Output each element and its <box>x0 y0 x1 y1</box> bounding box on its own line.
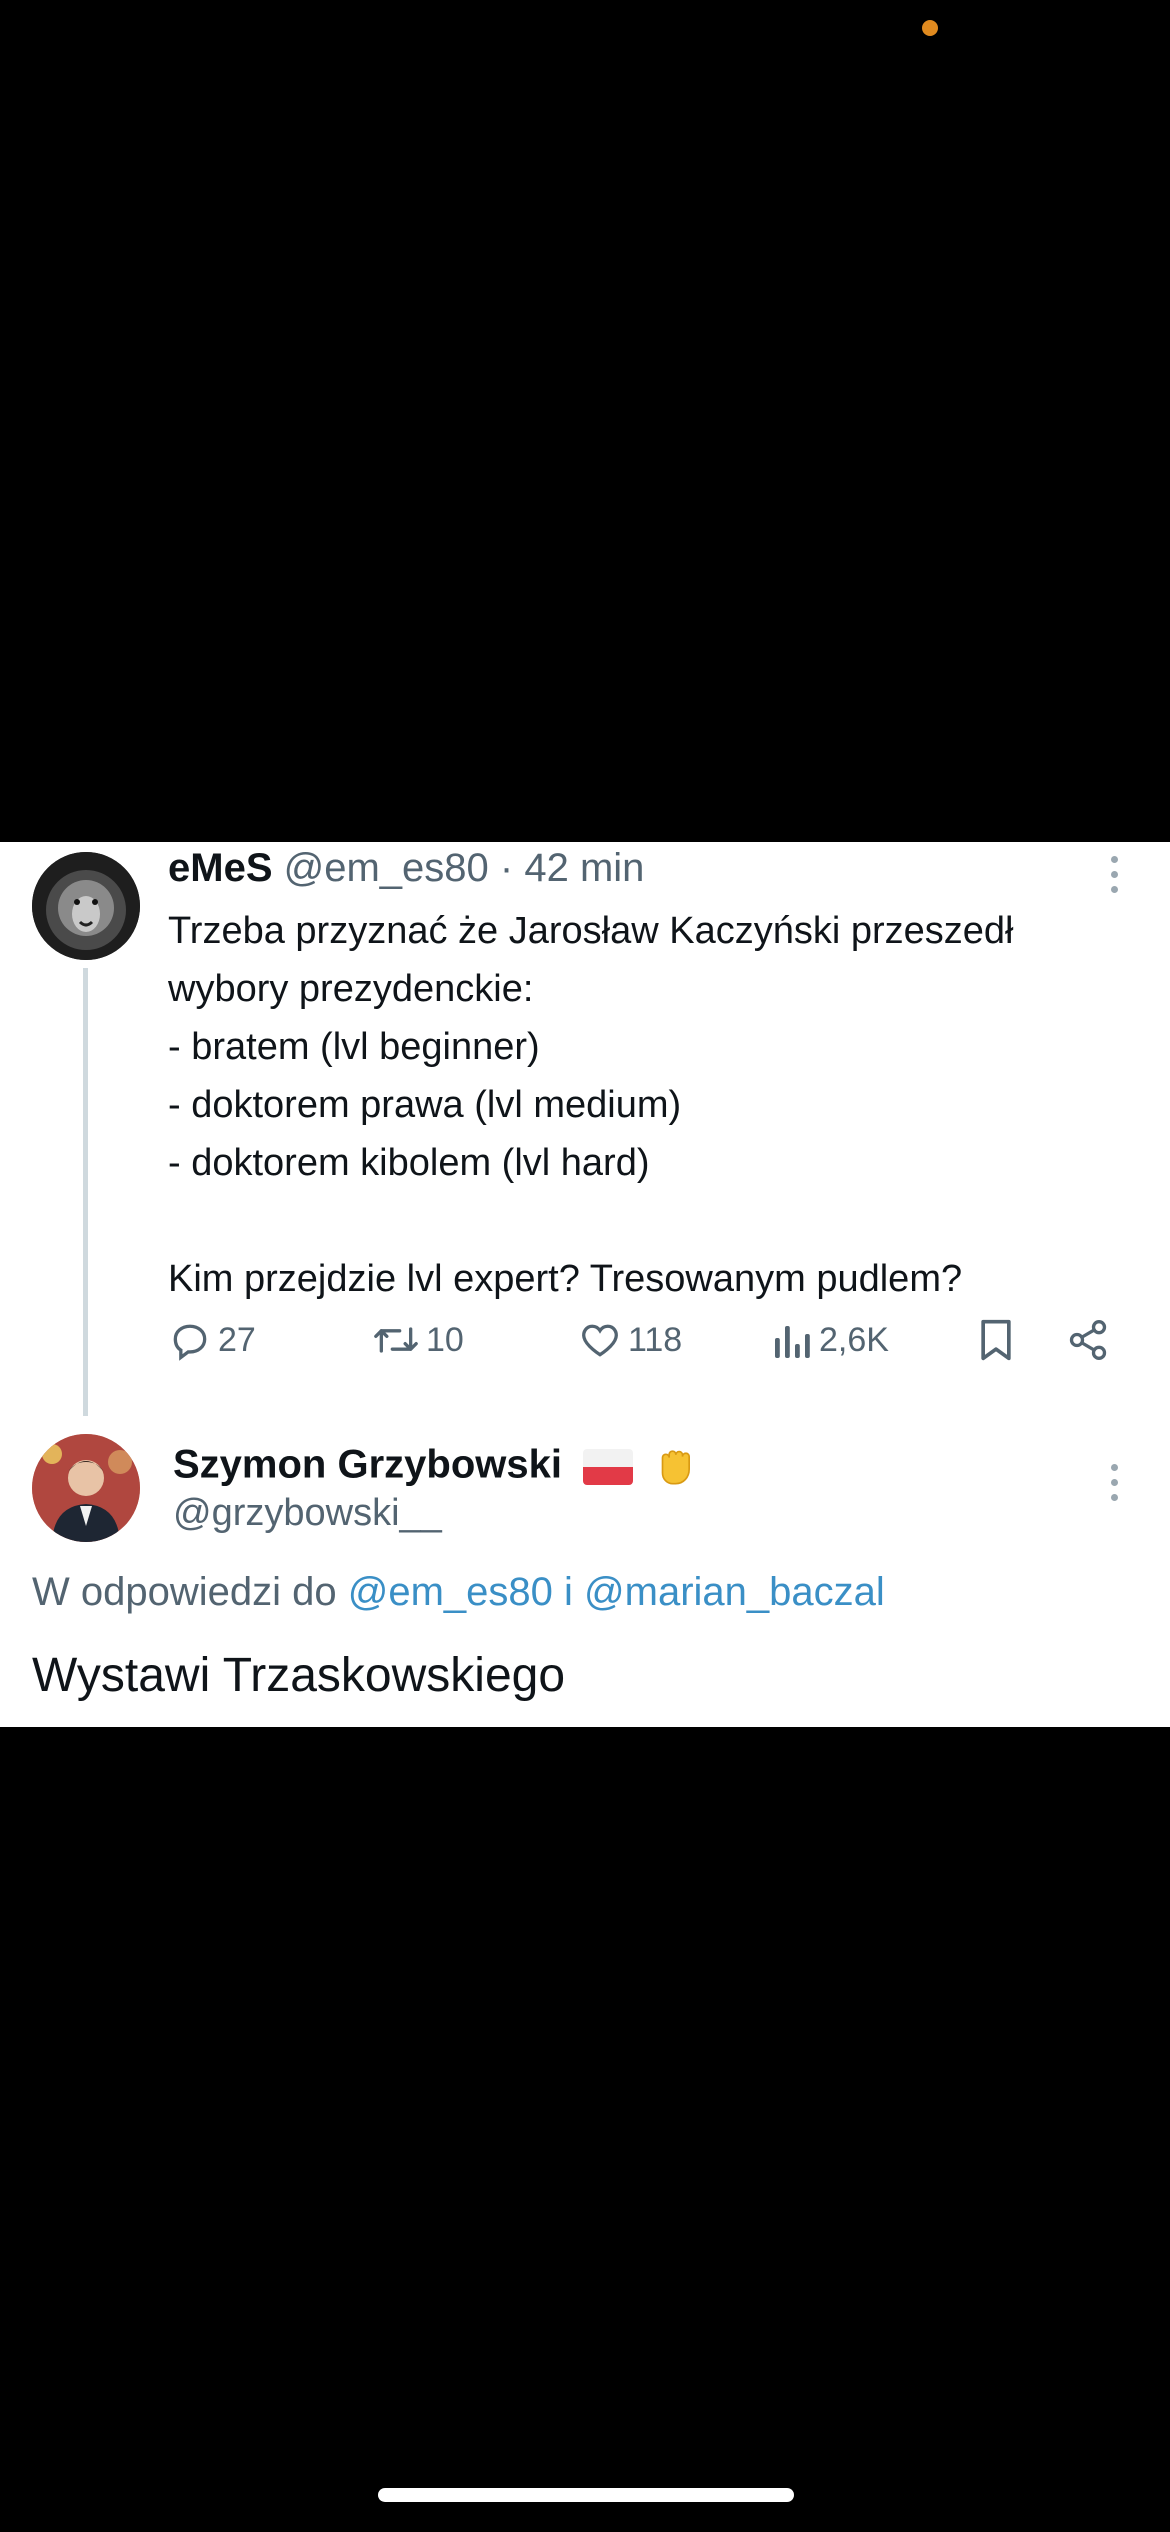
views-button[interactable]: 2,6K <box>773 1318 889 1362</box>
reply-text: Wystawi Trzaskowskiego <box>32 1649 566 1702</box>
retweet-icon <box>374 1327 418 1353</box>
retweet-count: 10 <box>426 1320 464 1359</box>
share-icon <box>1069 1320 1107 1360</box>
bookmark-icon <box>981 1319 1011 1361</box>
mention-link[interactable]: @em_es80 <box>348 1570 553 1614</box>
retweet-button[interactable]: 10 <box>372 1318 464 1362</box>
thread-connector-line <box>83 968 88 1416</box>
replying-to: W odpowiedzi do @em_es80 i @marian_bacza… <box>32 1570 885 1615</box>
author-handle[interactable]: @grzybowski__ <box>173 1492 442 1535</box>
avatar[interactable] <box>32 1434 140 1542</box>
reply-prefix: W odpowiedzi do <box>32 1570 337 1614</box>
tweet-line <box>168 1192 1158 1250</box>
more-icon[interactable] <box>1111 1464 1119 1501</box>
bookmark-button[interactable] <box>976 1318 1016 1362</box>
tweet-thread-card: eMeS @em_es80 · 42 min Trzeba przyznać ż… <box>0 842 1170 1727</box>
like-icon <box>582 1324 618 1357</box>
tweet-line: - doktorem kibolem (lvl hard) <box>168 1142 650 1184</box>
status-indicator-dot <box>922 20 938 36</box>
author-handle[interactable]: @em_es80 <box>284 846 489 890</box>
tweet-line: Kim przejdzie lvl expert? Tresowanym pud… <box>168 1258 963 1300</box>
mention-conjunction: i <box>564 1570 573 1614</box>
share-button[interactable] <box>1066 1318 1110 1362</box>
avatar[interactable] <box>32 852 140 960</box>
author-name[interactable]: eMeS <box>168 846 273 890</box>
original-tweet[interactable]: eMeS @em_es80 · 42 min Trzeba przyznać ż… <box>0 842 1170 1416</box>
like-button[interactable]: 118 <box>578 1318 682 1362</box>
tweet-line: - doktorem prawa (lvl medium) <box>168 1084 682 1126</box>
tweet-header: eMeS @em_es80 · 42 min <box>168 846 644 891</box>
tweet-line: wybory prezydenckie: <box>168 968 534 1010</box>
like-count: 118 <box>628 1320 683 1359</box>
reply-icon <box>173 1324 207 1361</box>
reply-button[interactable]: 27 <box>168 1318 256 1362</box>
views-count: 2,6K <box>819 1320 889 1359</box>
tweet-time[interactable]: 42 min <box>524 846 644 890</box>
views-icon <box>775 1326 810 1358</box>
home-indicator[interactable] <box>378 2488 794 2502</box>
raised-fist-icon <box>661 1450 691 1485</box>
more-icon[interactable] <box>1111 856 1119 893</box>
tweet-text: Trzeba przyznać że Jarosław Kaczyński pr… <box>168 902 1158 1308</box>
poland-flag-icon <box>583 1449 634 1485</box>
reply-header: Szymon Grzybowski <box>173 1442 700 1492</box>
reply-count: 27 <box>218 1320 256 1359</box>
header-separator: · <box>499 846 514 890</box>
mention-link[interactable]: @marian_baczal <box>584 1570 885 1614</box>
author-name[interactable]: Szymon Grzybowski <box>173 1443 562 1487</box>
tweet-line: - bratem (lvl beginner) <box>168 1026 540 1068</box>
tweet-actions: 27 10 118 2,6K <box>168 1318 1158 1378</box>
tweet-line: Trzeba przyznać że Jarosław Kaczyński pr… <box>168 910 1014 952</box>
